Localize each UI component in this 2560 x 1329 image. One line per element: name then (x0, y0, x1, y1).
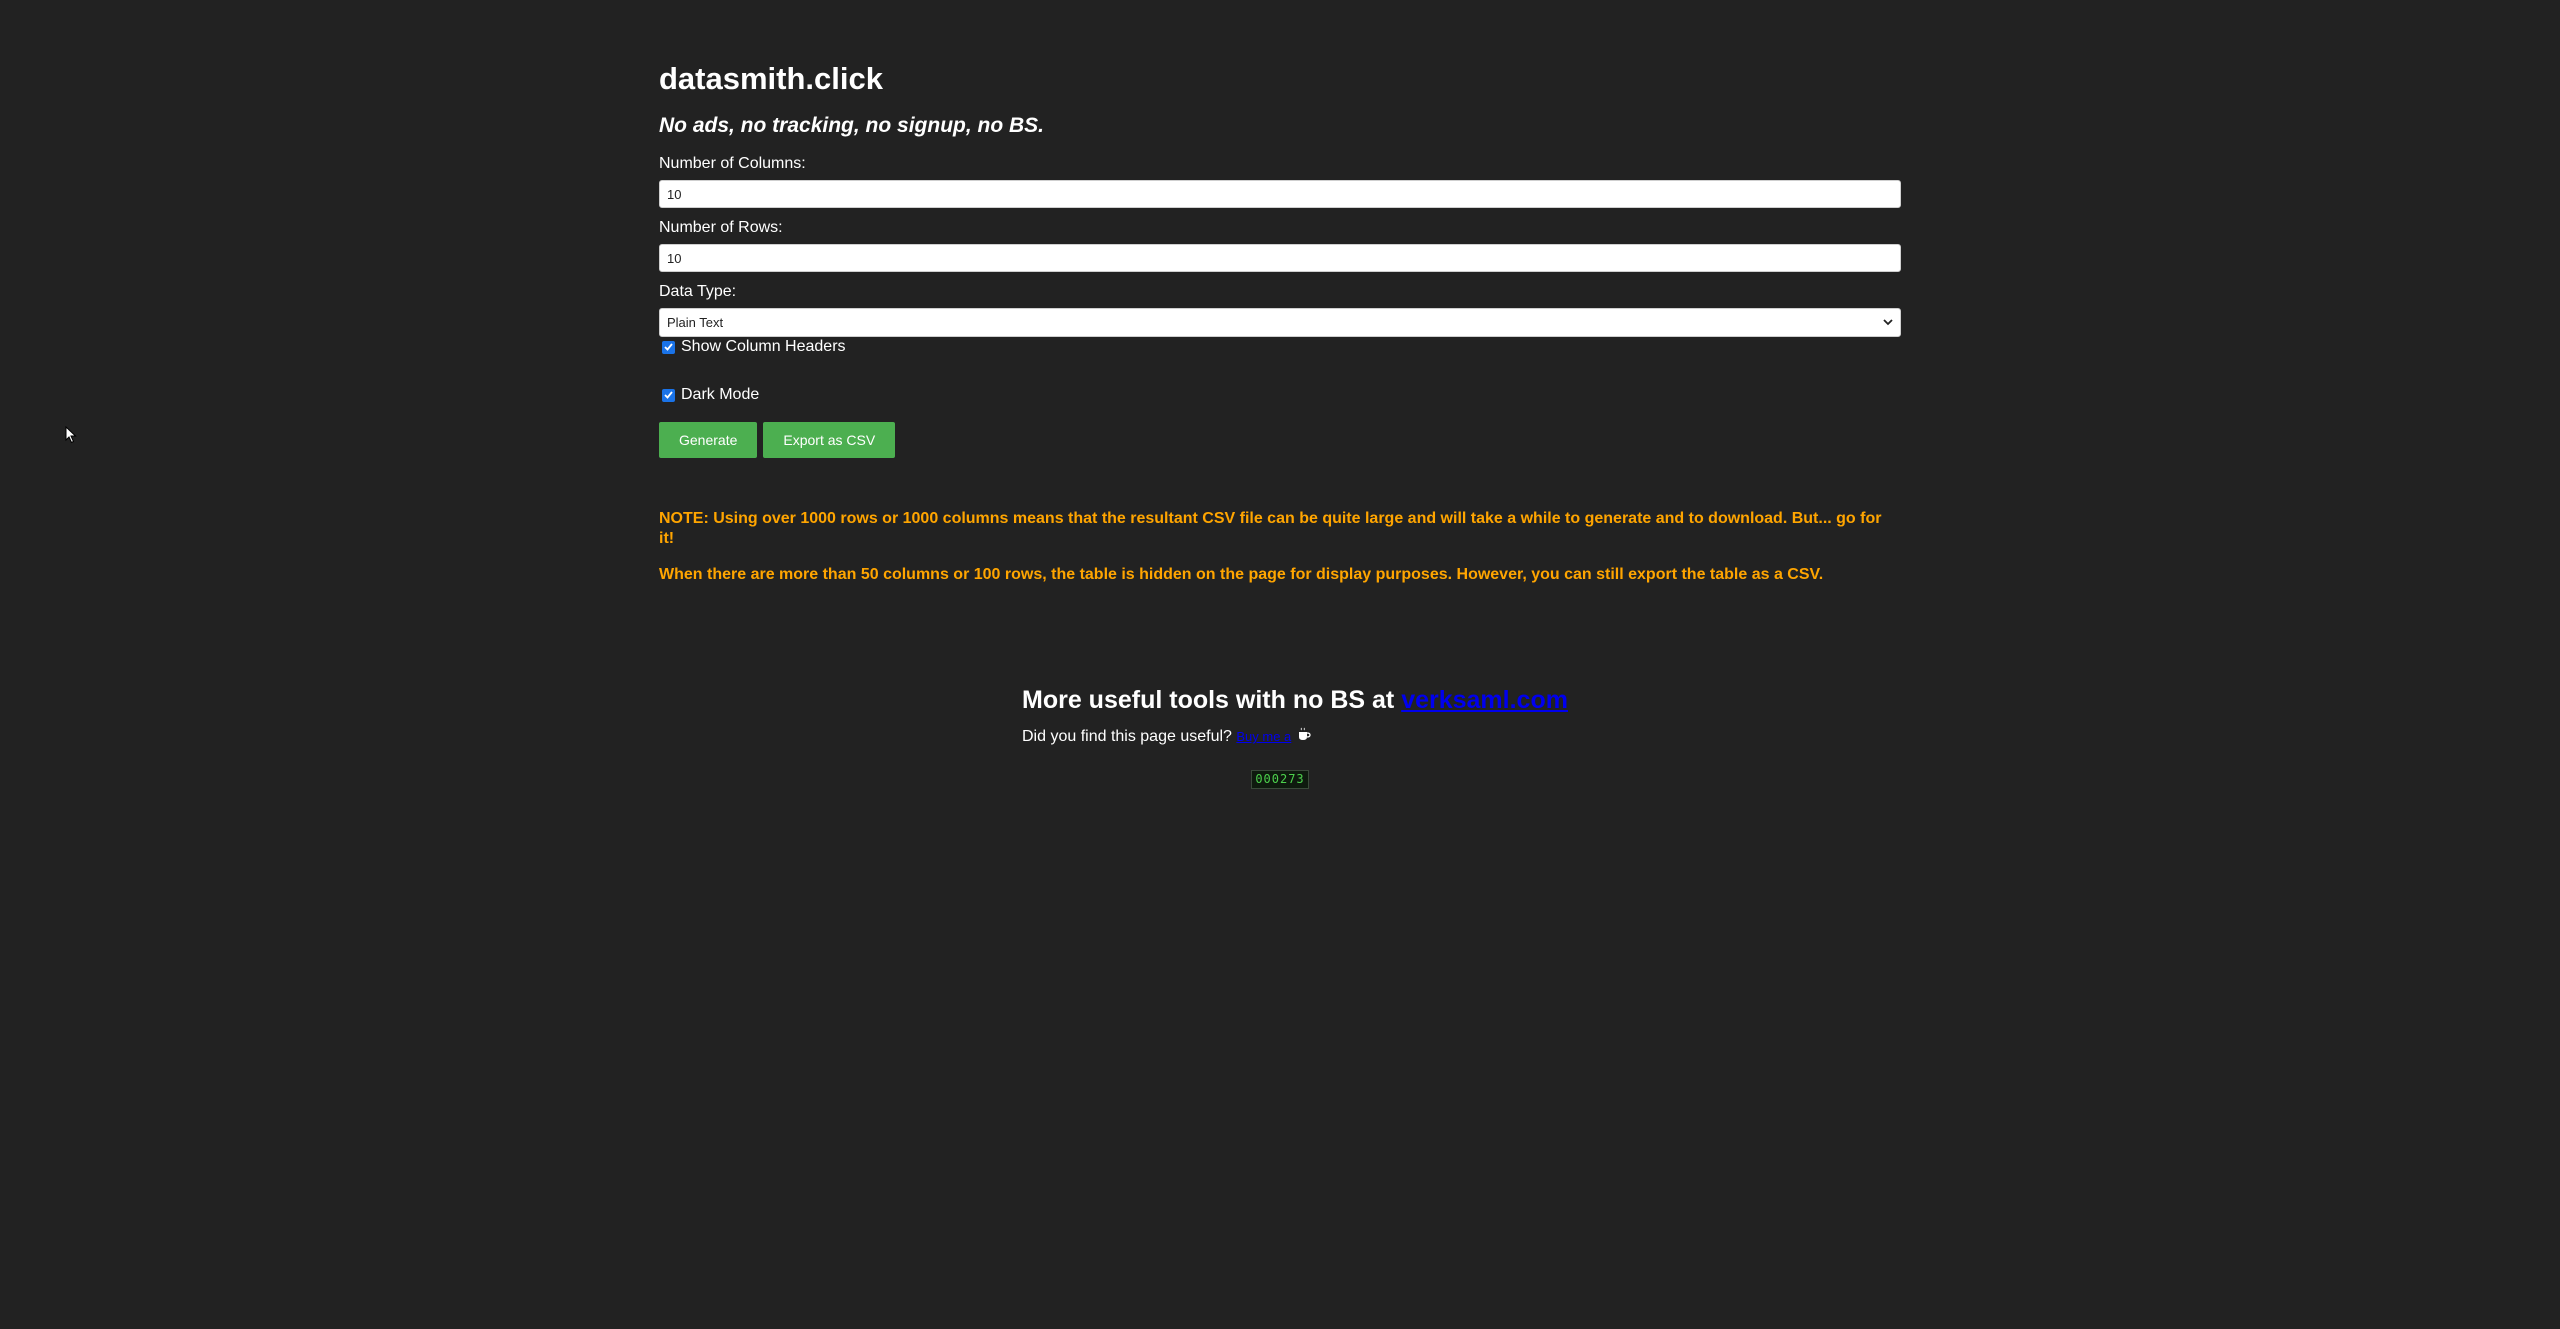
footer: More useful tools with no BS at verksaml… (1022, 683, 1568, 748)
rows-label: Number of Rows: (659, 219, 783, 236)
main-container: datasmith.click No ads, no tracking, no … (659, 58, 1901, 585)
page: datasmith.click No ads, no tracking, no … (0, 0, 2560, 1329)
footer-question: Did you find this page useful? (1022, 728, 1232, 745)
show-headers-label: Show Column Headers (681, 338, 846, 355)
footer-question-row: Did you find this page useful? Buy me a (1022, 726, 1568, 748)
generate-button[interactable]: Generate (659, 422, 758, 458)
data-type-label: Data Type: (659, 283, 737, 300)
checkmark-icon (664, 343, 673, 351)
note-large-file: NOTE: Using over 1000 rows or 1000 colum… (659, 510, 1882, 547)
show-headers-checkbox[interactable] (662, 340, 675, 354)
verksaml-link[interactable]: verksaml.com (1401, 686, 1568, 714)
visitor-counter: 000273 (1251, 770, 1309, 789)
note-hidden-table: When there are more than 50 columns or 1… (659, 566, 1824, 583)
rows-input[interactable]: 10 (659, 244, 1901, 272)
dark-mode-checkbox[interactable] (662, 388, 675, 402)
page-title: datasmith.click (659, 61, 883, 96)
tagline: No ads, no tracking, no signup, no BS. (659, 114, 1045, 137)
data-type-selected-value: Plain Text (667, 315, 724, 330)
dark-mode-label: Dark Mode (681, 386, 760, 403)
support-link[interactable]: Buy me a (1236, 727, 1291, 747)
footer-heading: More useful tools with no BS at verksaml… (1022, 683, 1568, 717)
action-buttons: Generate Export as CSV (659, 422, 1901, 458)
columns-input[interactable]: 10 (659, 180, 1901, 208)
mouse-cursor-icon (65, 425, 77, 449)
show-headers-row[interactable]: Show Column Headers (659, 337, 1901, 357)
data-type-select[interactable]: Plain Text (659, 308, 1901, 337)
coffee-icon (1296, 726, 1312, 748)
footer-heading-text: More useful tools with no BS at (1022, 686, 1402, 714)
dark-mode-row[interactable]: Dark Mode (659, 385, 1901, 405)
checkmark-icon (664, 391, 673, 399)
export-csv-button[interactable]: Export as CSV (763, 422, 896, 458)
columns-label: Number of Columns: (659, 155, 806, 172)
chevron-down-icon (1883, 309, 1893, 336)
